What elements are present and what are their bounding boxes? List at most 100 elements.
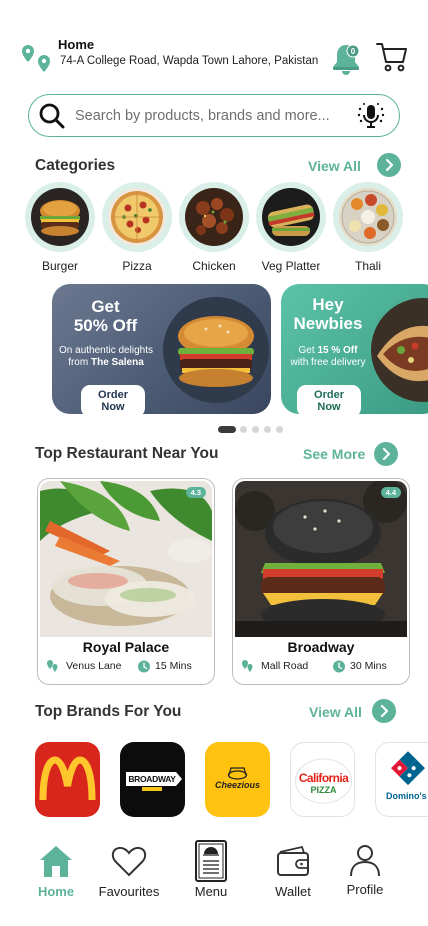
- carousel-dot[interactable]: [276, 426, 283, 433]
- location-pin-icon: [47, 660, 58, 672]
- brand-cheezious[interactable]: Cheezious: [205, 742, 270, 817]
- brands-title: Top Brands For You: [35, 703, 182, 720]
- nav-profile[interactable]: Profile: [325, 842, 405, 897]
- banner-burger-image: [163, 297, 269, 403]
- categories-title: Categories: [35, 157, 116, 174]
- categories-arrow-button[interactable]: [377, 153, 401, 177]
- banner-1-order-now-button[interactable]: Order Now: [81, 385, 145, 414]
- promo-banner-1[interactable]: Get 50% Off On authentic delights from T…: [52, 284, 271, 414]
- nav-label: Menu: [194, 884, 228, 899]
- restaurant-image: [235, 481, 407, 637]
- category-pizza[interactable]: Pizza: [102, 182, 172, 273]
- cheezious-logo-text: Cheezious: [214, 780, 260, 790]
- mcdonalds-logo: [39, 756, 96, 801]
- banner-sub-line2: with free delivery: [290, 357, 366, 368]
- carousel-dot[interactable]: [252, 426, 259, 433]
- banner-sub-line1: On authentic delights: [59, 345, 153, 356]
- categories-view-all-link[interactable]: View All: [308, 158, 361, 174]
- pizza-image: [108, 188, 166, 246]
- banner-restaurant-name: The Salena: [90, 357, 144, 368]
- chicken-image: [185, 188, 243, 246]
- rating-badge: 4.3: [185, 487, 206, 498]
- home-icon: [40, 846, 72, 877]
- category-label: Pizza: [122, 259, 152, 273]
- brand-mcdonalds[interactable]: [35, 742, 100, 817]
- restaurant-delivery-time: 15 Mins: [155, 660, 192, 672]
- restaurant-location: Mall Road: [261, 660, 309, 672]
- nav-label: Favourites: [98, 884, 160, 899]
- carousel-dot-active[interactable]: [218, 426, 236, 433]
- category-burger[interactable]: Burger: [25, 182, 95, 273]
- banner-title-line2: 50% Off: [73, 316, 138, 335]
- restaurants-arrow-button[interactable]: [374, 442, 398, 466]
- rating-badge: 4.4: [380, 487, 401, 498]
- california-pizza-logo-subtext: PIZZA: [310, 785, 337, 795]
- category-thali[interactable]: Thali: [333, 182, 403, 273]
- restaurants-title: Top Restaurant Near You: [35, 445, 219, 462]
- banner-2-order-now-button[interactable]: Order Now: [297, 385, 361, 414]
- category-label: Burger: [41, 259, 79, 273]
- restaurants-see-more-link[interactable]: See More: [303, 446, 365, 462]
- brands-view-all-link[interactable]: View All: [309, 704, 362, 720]
- veg-platter-image: [262, 188, 320, 246]
- dominos-logo-text: Domino's: [386, 791, 427, 801]
- nav-label: Profile: [346, 882, 384, 897]
- notification-bell-icon[interactable]: 0: [330, 42, 362, 76]
- category-label: Thali: [354, 259, 381, 273]
- chevron-right-icon: [385, 158, 394, 172]
- restaurant-name: Royal Palace: [82, 639, 170, 655]
- restaurant-card-broadway[interactable]: 4.4 Broadway Mall Road 30 Mins: [232, 478, 410, 685]
- timer-icon: [333, 660, 345, 673]
- banner-wrap-image: [371, 298, 428, 402]
- search-icon[interactable]: [38, 102, 66, 130]
- notification-count: 0: [351, 47, 356, 56]
- chevron-right-icon: [380, 704, 389, 718]
- promo-banner-2[interactable]: Hey Newbies Get 15 % Off with free deliv…: [281, 284, 428, 414]
- restaurant-location: Venus Lane: [66, 660, 122, 672]
- location-pin-icon: [242, 660, 253, 672]
- search-input[interactable]: [75, 105, 345, 127]
- restaurant-delivery-time: 30 Mins: [350, 660, 387, 672]
- location-address[interactable]: 74-A College Road, Wapda Town Lahore, Pa…: [60, 55, 318, 67]
- microphone-icon[interactable]: [355, 100, 387, 132]
- nav-home[interactable]: Home: [16, 842, 96, 899]
- chevron-right-icon: [382, 447, 391, 461]
- brand-california-pizza[interactable]: California PIZZA: [290, 742, 355, 817]
- broadway-logo-text: BROADWAY: [128, 774, 176, 784]
- header: Home 74-A College Road, Wapda Town Lahor…: [0, 0, 428, 90]
- category-label: Veg Platter: [261, 259, 321, 273]
- nav-favourites[interactable]: Favourites: [89, 842, 169, 899]
- restaurant-name: Broadway: [287, 639, 355, 655]
- dominos-logo: [391, 751, 425, 786]
- nav-menu[interactable]: Menu: [171, 840, 251, 899]
- restaurant-image: [40, 481, 212, 637]
- burger-image: [31, 188, 89, 246]
- california-pizza-logo-text: California: [298, 771, 349, 785]
- brand-dominos[interactable]: Domino's: [375, 742, 428, 817]
- timer-icon: [138, 660, 150, 673]
- nav-label: Wallet: [275, 884, 311, 899]
- nav-label: Home: [37, 884, 75, 899]
- banner-discount: 15 % Off: [317, 345, 358, 356]
- menu-icon: [195, 840, 227, 882]
- carousel-dot[interactable]: [240, 426, 247, 433]
- brands-arrow-button[interactable]: [372, 699, 396, 723]
- location-pin-icon[interactable]: [20, 42, 54, 76]
- restaurant-card-royal-palace[interactable]: 4.3 Royal Palace Venus Lane 15 Mins: [37, 478, 215, 685]
- brand-broadway[interactable]: BROADWAY: [120, 742, 185, 817]
- banner-sub-prefix: from: [68, 357, 91, 368]
- cart-icon[interactable]: [375, 40, 409, 74]
- carousel-dot[interactable]: [264, 426, 271, 433]
- category-chicken[interactable]: Chicken: [179, 182, 249, 273]
- category-veg-platter[interactable]: Veg Platter: [256, 182, 326, 273]
- banner-title-line1: Hey: [312, 295, 344, 314]
- wallet-icon: [277, 845, 309, 876]
- search-bar[interactable]: [28, 94, 400, 137]
- location-title[interactable]: Home: [58, 37, 94, 52]
- nav-wallet[interactable]: Wallet: [253, 842, 333, 899]
- category-label: Chicken: [192, 259, 236, 273]
- profile-icon: [350, 845, 380, 877]
- banner-title-line1: Get: [91, 297, 120, 316]
- thali-image: [339, 188, 397, 246]
- banner-sub-prefix: Get: [298, 345, 318, 356]
